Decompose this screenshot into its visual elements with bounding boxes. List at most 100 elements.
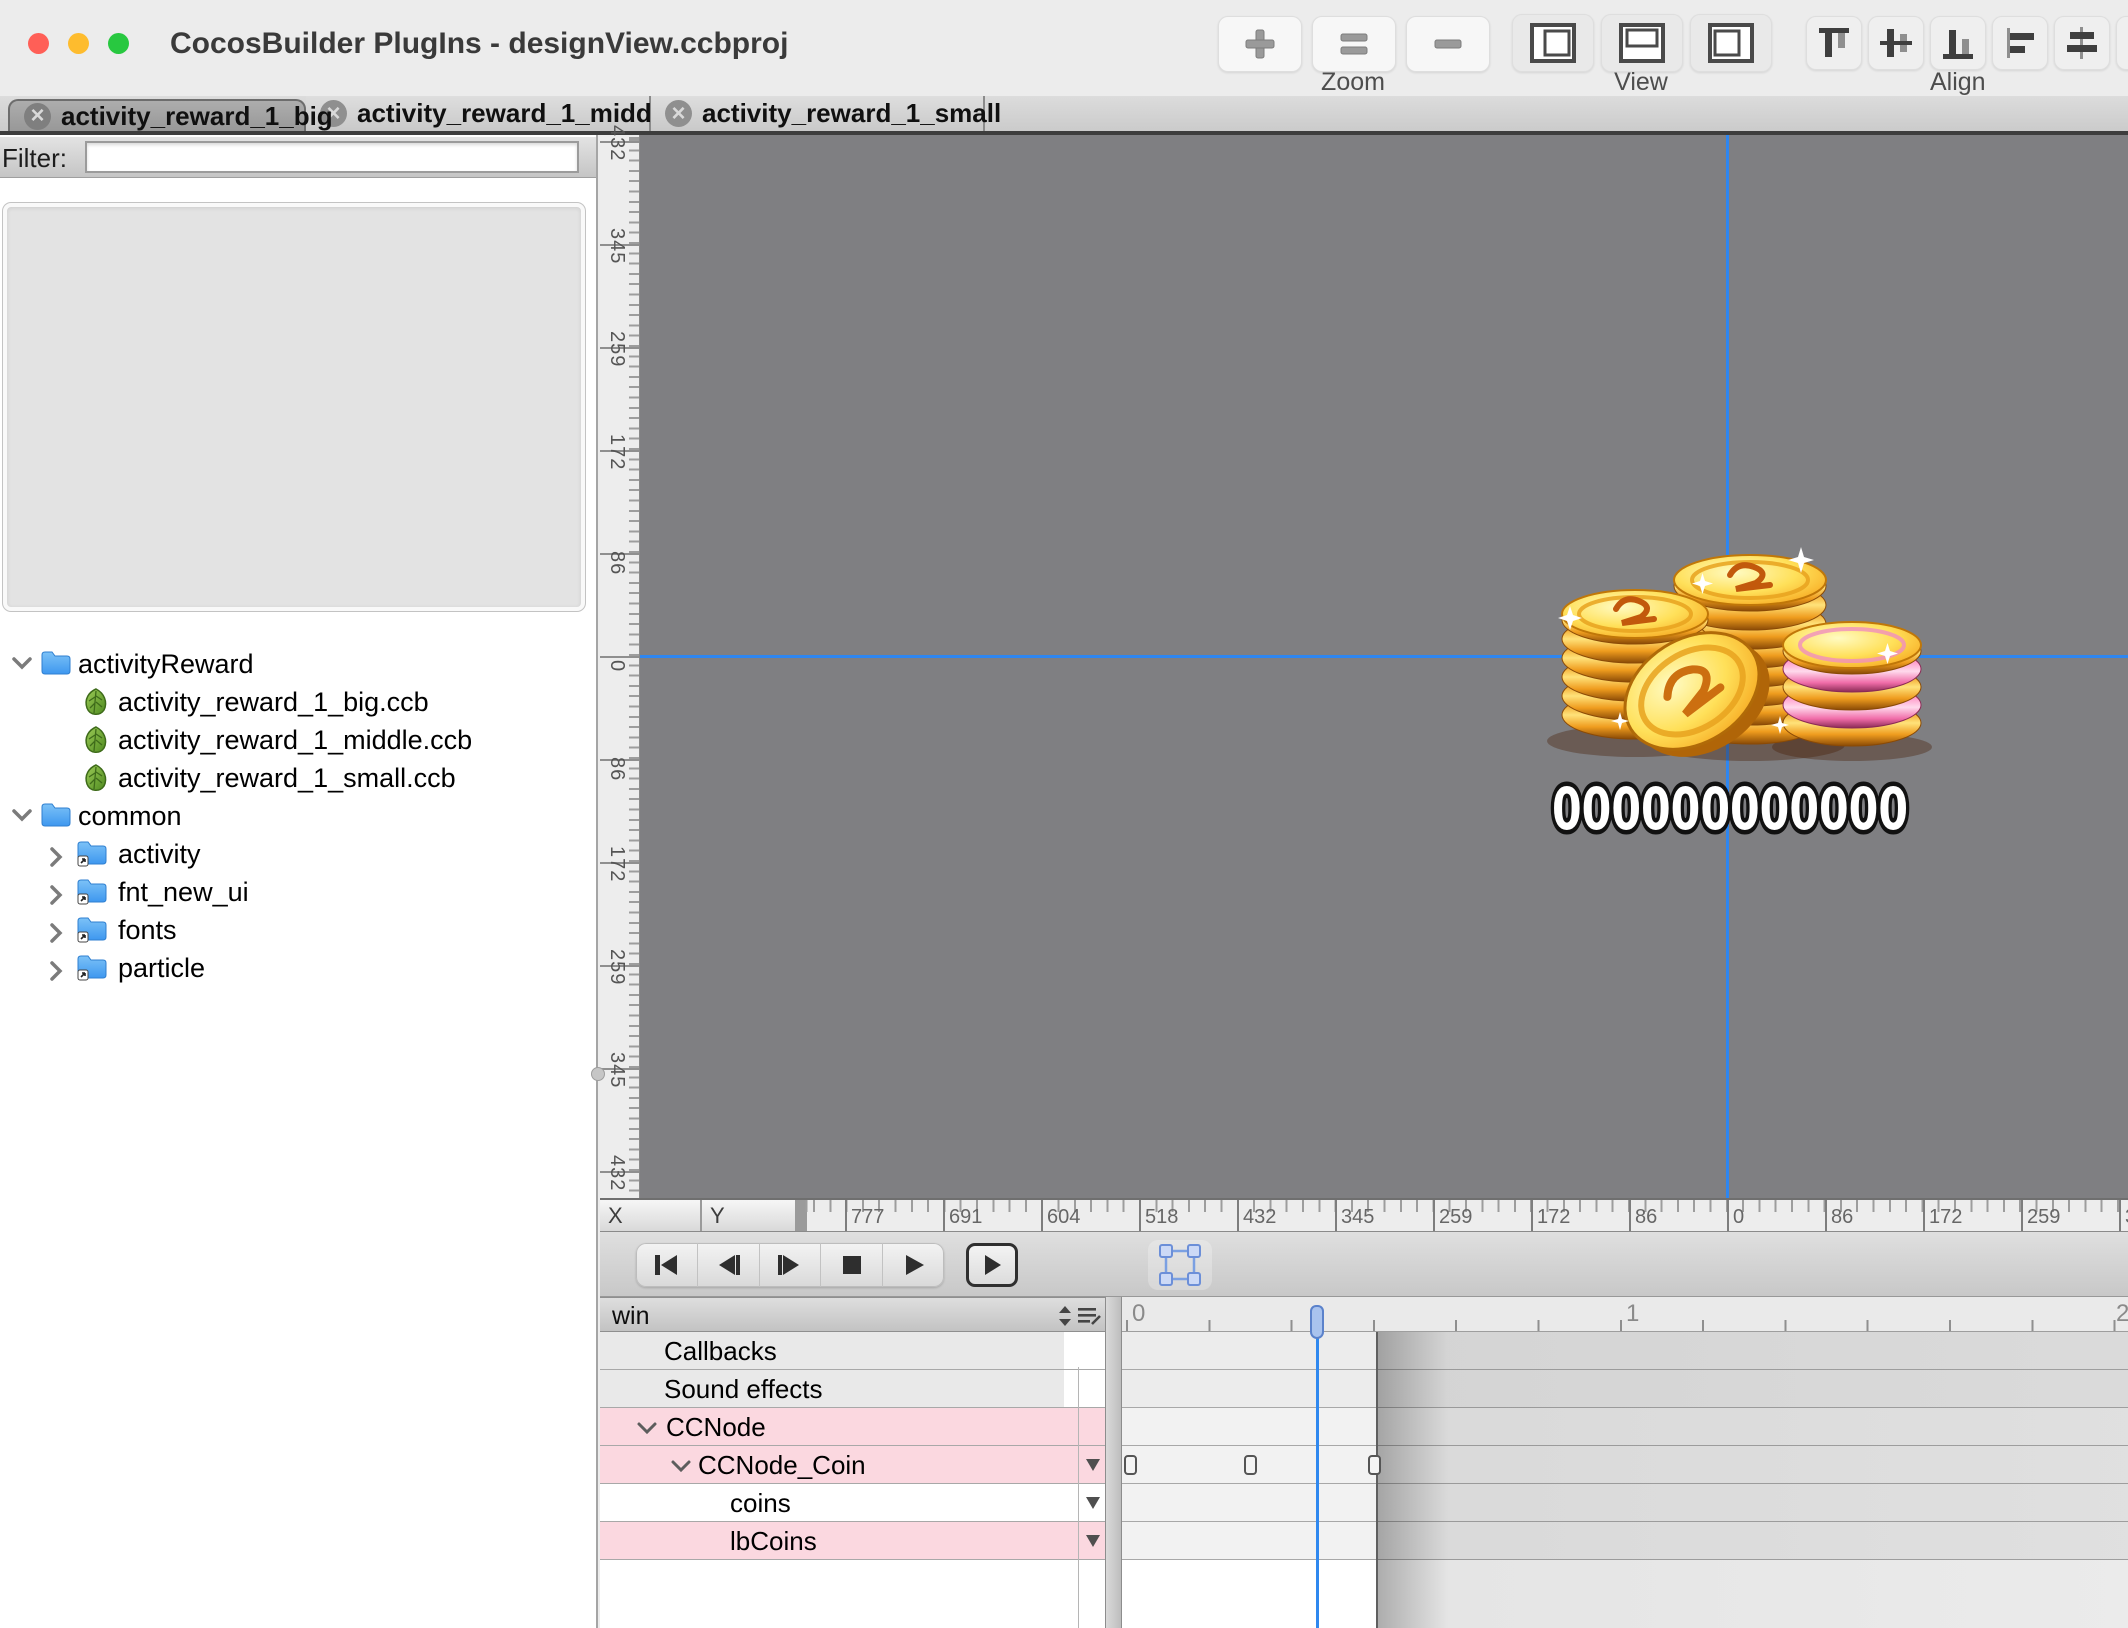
folder-icon bbox=[40, 649, 72, 682]
step-back-button[interactable] bbox=[698, 1243, 760, 1287]
keyframe-marker[interactable] bbox=[1124, 1455, 1137, 1475]
timeline-row-coins[interactable]: coins bbox=[600, 1484, 1105, 1522]
row-label: coins bbox=[730, 1488, 791, 1519]
sequence-menu-icon[interactable] bbox=[1076, 1304, 1102, 1328]
window-title: CocosBuilder PlugIns - designView.ccbpro… bbox=[170, 27, 788, 61]
tree-item-label: common bbox=[78, 801, 182, 832]
zoom-group-label: Zoom bbox=[1312, 68, 1394, 97]
tree-item-activity-reward-1-middle-ccb[interactable]: activity_reward_1_middle.ccb bbox=[0, 721, 590, 759]
selection-handles-button[interactable] bbox=[1148, 1240, 1212, 1290]
keyframe-marker[interactable] bbox=[1244, 1455, 1257, 1475]
row-disclosure-triangle[interactable] bbox=[1086, 1459, 1100, 1471]
step-forward-icon bbox=[775, 1252, 805, 1278]
tree-item-label: fnt_new_ui bbox=[118, 877, 249, 908]
align-top-button[interactable] bbox=[1806, 16, 1862, 70]
playhead-handle[interactable] bbox=[1310, 1305, 1324, 1339]
cocosbuilder-window: CocosBuilder PlugIns - designView.ccbpro… bbox=[0, 0, 2128, 1628]
title-bar: CocosBuilder PlugIns - designView.ccbpro… bbox=[0, 0, 2128, 96]
tree-item-activity[interactable]: activity bbox=[0, 835, 590, 873]
align-left-button[interactable] bbox=[1992, 16, 2048, 70]
tree-item-label: activity bbox=[118, 839, 201, 870]
row-label: Sound effects bbox=[664, 1374, 823, 1405]
view-left-panel-button[interactable] bbox=[1512, 14, 1594, 72]
chevron-right-icon[interactable] bbox=[48, 883, 64, 912]
timeline-splitter[interactable] bbox=[1105, 1297, 1122, 1628]
ruler-number: 86 bbox=[606, 531, 628, 595]
sequence-selector[interactable]: win bbox=[600, 1297, 1105, 1332]
zoom-reset-button[interactable] bbox=[1312, 16, 1396, 72]
tree-item-activityReward[interactable]: activityReward bbox=[0, 645, 590, 683]
chevron-down-icon[interactable] bbox=[10, 807, 34, 828]
minimize-window-button[interactable] bbox=[68, 33, 89, 54]
keyframe-marker[interactable] bbox=[1368, 1455, 1381, 1475]
skip-to-start-button[interactable] bbox=[636, 1243, 698, 1287]
align-right-button[interactable] bbox=[2116, 16, 2128, 70]
filter-input[interactable] bbox=[85, 141, 579, 173]
align-horizontal-center-icon bbox=[2063, 24, 2101, 62]
timeline-ruler[interactable]: 0 1 2 bbox=[1122, 1297, 2128, 1332]
zoom-in-button[interactable] bbox=[1218, 16, 1302, 72]
zoom-window-button[interactable] bbox=[108, 33, 129, 54]
stepper-arrows-icon[interactable] bbox=[1055, 1304, 1075, 1328]
chevron-right-icon[interactable] bbox=[48, 921, 64, 950]
coin-stacks-sprite[interactable] bbox=[1540, 523, 1935, 773]
tab-activity-reward-1-small[interactable]: × activity_reward_1_small bbox=[651, 96, 985, 131]
chevron-right-icon[interactable] bbox=[48, 959, 64, 988]
timeline-row-ccnode-coin[interactable]: CCNode_Coin bbox=[600, 1446, 1105, 1484]
timeline-row-ccnode[interactable]: CCNode bbox=[600, 1408, 1105, 1446]
tree-item-activity-reward-1-small-ccb[interactable]: activity_reward_1_small.ccb bbox=[0, 759, 590, 797]
view-bottom-panel-button[interactable] bbox=[1601, 14, 1683, 72]
align-horizontal-center-button[interactable] bbox=[2054, 16, 2110, 70]
play-button[interactable] bbox=[883, 1243, 944, 1287]
chevron-right-icon[interactable] bbox=[48, 845, 64, 874]
tab-label: activity_reward_1_big bbox=[61, 101, 333, 132]
panel-splitter-handle[interactable] bbox=[591, 1067, 605, 1081]
close-window-button[interactable] bbox=[28, 33, 49, 54]
stop-button[interactable] bbox=[821, 1243, 883, 1287]
timeline-row-lbcoins[interactable]: lbCoins bbox=[600, 1522, 1105, 1560]
timeline-minor-ticks bbox=[1122, 1320, 2128, 1331]
filter-label: Filter: bbox=[2, 143, 67, 174]
tab-close-icon[interactable]: × bbox=[665, 100, 692, 127]
folder-alias-icon bbox=[76, 953, 108, 986]
equals-icon bbox=[1334, 24, 1374, 64]
tab-close-icon[interactable]: × bbox=[24, 103, 51, 130]
label-column-divider bbox=[1078, 1367, 1079, 1628]
animation-end-line[interactable] bbox=[1376, 1332, 1378, 1628]
align-bottom-button[interactable] bbox=[1930, 16, 1986, 70]
chevron-down-icon[interactable] bbox=[10, 655, 34, 676]
ccb-leaf-icon bbox=[82, 725, 110, 760]
align-vertical-center-button[interactable] bbox=[1868, 16, 1924, 70]
step-forward-button[interactable] bbox=[760, 1243, 822, 1287]
vertical-ruler: 432 345 259 172 86 0 86 172 259 345 432 bbox=[600, 135, 640, 1198]
tree-item-activity-reward-1-big-ccb[interactable]: activity_reward_1_big.ccb bbox=[0, 683, 590, 721]
tree-item-particle[interactable]: particle bbox=[0, 949, 590, 987]
timeline-row-callbacks[interactable]: Callbacks bbox=[600, 1332, 1105, 1370]
coin-counter-text: 000000000000 bbox=[1552, 775, 1908, 843]
stage-canvas[interactable]: 000000000000 bbox=[640, 135, 2128, 1198]
ruler-number: 432 bbox=[1243, 1206, 1276, 1229]
tree-item-common[interactable]: common bbox=[0, 797, 590, 835]
tree-item-label: activityReward bbox=[78, 649, 254, 680]
ccb-leaf-icon bbox=[82, 763, 110, 798]
x-label: X bbox=[608, 1203, 623, 1228]
row-disclosure-triangle[interactable] bbox=[1086, 1497, 1100, 1509]
playhead-line bbox=[1316, 1327, 1319, 1628]
ruler-number: 345 bbox=[1341, 1206, 1374, 1229]
ruler-number: 172 bbox=[1537, 1206, 1570, 1229]
view-right-panel-button[interactable] bbox=[1690, 14, 1772, 72]
playback-controls bbox=[636, 1243, 944, 1287]
tree-item-fnt-new-ui[interactable]: fnt_new_ui bbox=[0, 873, 590, 911]
chevron-down-icon[interactable] bbox=[636, 1421, 658, 1435]
tree-item-fonts[interactable]: fonts bbox=[0, 911, 590, 949]
chevron-down-icon[interactable] bbox=[670, 1459, 692, 1473]
align-bottom-icon bbox=[1939, 24, 1977, 62]
coin-counter-label[interactable]: 000000000000 bbox=[1540, 773, 1920, 845]
timeline-row-sound-effects[interactable]: Sound effects bbox=[600, 1370, 1105, 1408]
tab-activity-reward-1-middle[interactable]: × activity_reward_1_middle bbox=[306, 96, 651, 131]
zoom-out-button[interactable] bbox=[1406, 16, 1490, 72]
run-in-player-button[interactable] bbox=[966, 1243, 1018, 1287]
tab-activity-reward-1-big[interactable]: × activity_reward_1_big bbox=[8, 99, 306, 131]
row-disclosure-triangle[interactable] bbox=[1086, 1535, 1100, 1547]
sequence-name: win bbox=[612, 1302, 650, 1331]
